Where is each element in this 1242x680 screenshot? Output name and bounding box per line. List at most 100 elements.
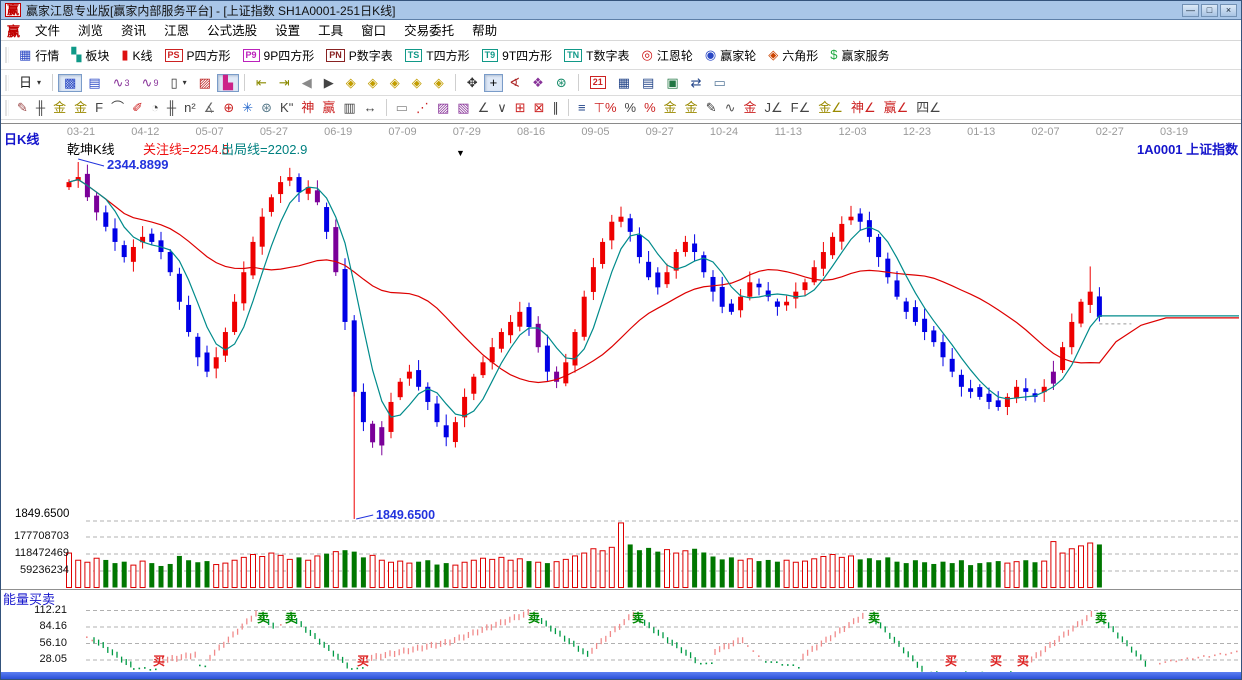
close-button[interactable]: × [1220, 3, 1237, 17]
save-image-button[interactable]: ▣ [660, 74, 684, 92]
compress-bars-button[interactable]: ◈ [406, 74, 428, 92]
p-number-button[interactable]: PN P数字表 [320, 45, 399, 66]
grid-arrow-tool[interactable]: ⊠ [530, 99, 549, 117]
expand-bars-button[interactable]: ◈ [428, 74, 450, 92]
red-brush-tool[interactable]: ✐ [128, 99, 147, 117]
gold-circle-tool[interactable]: 金 [660, 99, 681, 117]
pan-hand-button[interactable]: ✥ [461, 74, 484, 92]
cycle-finder-button[interactable]: ⊛ [550, 74, 573, 92]
j-angle-tool[interactable]: J∠ [761, 99, 787, 117]
menu-item-0[interactable]: 文件 [26, 22, 69, 40]
gold-rule-tool[interactable]: 金 [681, 99, 702, 117]
9t-square-button[interactable]: T9 9T四方形 [476, 45, 559, 66]
wave-9-button[interactable]: ∿ 9 [136, 74, 165, 92]
ying-angle-tool[interactable]: 赢∠ [880, 99, 913, 117]
ruler-tool[interactable]: ▥ [339, 99, 359, 117]
n-square-tool[interactable]: n² [180, 99, 200, 117]
h-span-tool[interactable]: ↔ [360, 99, 381, 117]
ink-pen-tool[interactable]: ✎ [702, 99, 721, 117]
menu-item-7[interactable]: 窗口 [352, 22, 395, 40]
expand-horizontal-button[interactable]: ◈ [384, 74, 406, 92]
next-bar-button[interactable]: ▶ [318, 74, 340, 92]
shen-tool[interactable]: 神 [297, 99, 318, 117]
gann-shape-button[interactable]: ❖ [526, 74, 550, 92]
bottom-scrollbar[interactable] [1, 672, 1241, 679]
grid-star-tool[interactable]: ⊛ [257, 99, 276, 117]
trend-angle-tool[interactable]: ∠ [474, 99, 494, 117]
red-target-tool[interactable]: ⊕ [219, 99, 238, 117]
last-bar-button[interactable]: ⇥ [273, 74, 296, 92]
kline-chart-canvas[interactable]: 卖 卖 卖 卖 卖 卖买 买 买 买 买 [1, 124, 1242, 675]
f-angle-tool[interactable]: F∠ [787, 99, 815, 117]
pen-tool[interactable]: ✎ [13, 99, 32, 117]
cycle-circle-tool[interactable]: ◔ [147, 99, 163, 117]
stats-list-tool[interactable]: ≡ [574, 99, 590, 117]
fan-box-2-tool[interactable]: ▧ [453, 99, 473, 117]
menu-item-3[interactable]: 江恩 [155, 22, 198, 40]
menu-item-2[interactable]: 资讯 [112, 22, 155, 40]
red-grid-tool[interactable]: ⊞ [511, 99, 530, 117]
f10-info-button[interactable]: ▤ [82, 74, 106, 92]
wave-3-button[interactable]: ∿ 3 [107, 74, 136, 92]
candle-style-dropdown[interactable]: ▯ ▾ [164, 74, 192, 92]
percent-tool[interactable]: % [621, 99, 641, 117]
gold-fence-tool[interactable]: 金 [49, 99, 70, 117]
quote-button[interactable]: ▦ 行情 [13, 45, 65, 66]
qiankun-kline-button[interactable]: ▨ [193, 74, 217, 92]
titlebar: 赢 赢家江恩专业版[赢家内部服务平台] - [上证指数 SH1A0001-251… [1, 1, 1241, 20]
gann-wheel-button[interactable]: ◎ 江恩轮 [636, 45, 699, 66]
hexagon-button[interactable]: ◈ 六角形 [762, 45, 824, 66]
first-bar-button[interactable]: ⇤ [250, 74, 273, 92]
angle-ruler-tool[interactable]: ∡ [200, 99, 220, 117]
ying-tool[interactable]: 赢 [318, 99, 339, 117]
menu-item-6[interactable]: 工具 [309, 22, 352, 40]
menu-item-4[interactable]: 公式选股 [198, 22, 266, 40]
t-percent-tool[interactable]: ⊤% [590, 99, 621, 117]
t-number-button[interactable]: TN T数字表 [558, 45, 635, 66]
memo-button[interactable]: ▤ [636, 74, 660, 92]
fence-tool[interactable]: ╫ [32, 99, 49, 117]
k-mark-tool[interactable]: Kʺ [276, 99, 297, 117]
9p-square-button[interactable]: P9 9P四方形 [237, 45, 321, 66]
sector-button[interactable]: ▚ 板块 [65, 45, 115, 66]
blue-star-tool[interactable]: ✳ [238, 99, 257, 117]
color-histogram-button[interactable]: ▙ [216, 73, 239, 92]
shift-right-button[interactable]: ◈ [362, 74, 384, 92]
si-angle-tool[interactable]: 四∠ [912, 99, 945, 117]
calculator-button[interactable]: ▦ [612, 74, 636, 92]
p-square-button[interactable]: PS P四方形 [159, 45, 237, 66]
arc-fence-tool[interactable]: ⌒ [107, 99, 128, 117]
prev-bar-button[interactable]: ◀ [296, 74, 318, 92]
shen-angle-tool[interactable]: 神∠ [847, 99, 880, 117]
data-transfer-button[interactable]: ⇄ [685, 74, 708, 92]
parallel-lines-tool[interactable]: ∥ [549, 99, 564, 117]
angle-measure-button[interactable]: ∢ [503, 74, 526, 92]
period-day-dropdown[interactable]: 日 ▾ [13, 74, 47, 92]
shift-left-button[interactable]: ◈ [340, 74, 362, 92]
gann-grid-chart-button[interactable]: ▩ [58, 73, 83, 92]
menu-item-5[interactable]: 设置 [266, 22, 309, 40]
kline-button[interactable]: ▮ K线 [115, 45, 158, 66]
rect-tool[interactable]: ▭ [392, 99, 412, 117]
gold-angle-tool[interactable]: 金∠ [814, 99, 847, 117]
fan-box-tool[interactable]: ▨ [433, 99, 453, 117]
minimize-button[interactable]: — [1182, 3, 1199, 17]
maximize-button[interactable]: □ [1201, 3, 1218, 17]
plain-fence-tool[interactable]: ╫ [163, 99, 180, 117]
winner-wheel-button[interactable]: ◉ 赢家轮 [699, 45, 762, 66]
winner-service-button[interactable]: $ 赢家服务 [824, 45, 895, 66]
v-wave-tool[interactable]: ∨ [493, 99, 511, 117]
wave-overlay-tool[interactable]: ∿ [721, 99, 740, 117]
gold-fence-2-tool[interactable]: 金 [70, 99, 91, 117]
menu-item-9[interactable]: 帮助 [463, 22, 506, 40]
calendar-button[interactable]: 21 [584, 74, 612, 91]
gold-box-tool[interactable]: 金 [740, 99, 761, 117]
menu-item-8[interactable]: 交易委托 [395, 22, 463, 40]
gann-fan-tool[interactable]: ⋰ [412, 99, 433, 117]
percent-line-tool[interactable]: % [640, 99, 660, 117]
t-square-button[interactable]: TS T四方形 [399, 45, 476, 66]
crosshair-button[interactable]: + [483, 73, 504, 92]
f-fence-tool[interactable]: F [91, 99, 107, 117]
remote-client-button[interactable]: ▭ [708, 74, 732, 92]
menu-item-1[interactable]: 浏览 [69, 22, 112, 40]
